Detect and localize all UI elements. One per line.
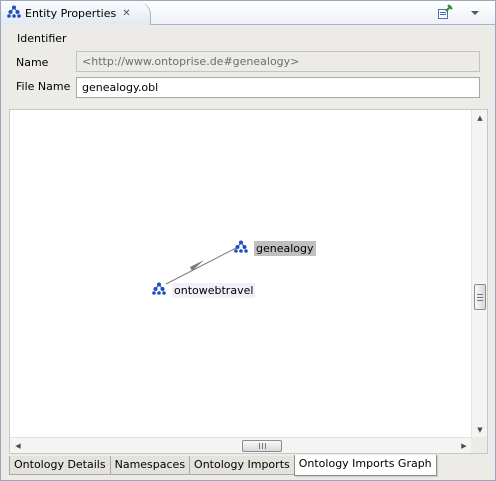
file-name-field[interactable]: genealogy.obl [76,77,480,98]
graph-canvas[interactable]: genealogy ontowebtravel [10,110,472,438]
node-label: genealogy [254,240,316,256]
imports-graph-panel: genealogy ontowebtravel ▲ ▼ ◀ ▶ [9,109,488,454]
name-field[interactable]: <http://www.ontoprise.de#genealogy> [76,51,480,72]
ontology-icon [152,282,166,298]
grip-icon [477,293,483,301]
view-menu-button[interactable] [467,5,483,21]
tab-namespaces[interactable]: Namespaces [109,456,191,475]
graph-node-genealogy[interactable]: genealogy [234,240,316,256]
pin-icon [437,3,453,23]
vertical-scrollbar[interactable]: ▲ ▼ [471,110,487,438]
tab-ontology-imports-graph[interactable]: Ontology Imports Graph [293,455,437,476]
view-tab-row: Entity Properties ✕ [1,1,495,25]
view-tab-entity-properties[interactable]: Entity Properties ✕ [1,1,151,25]
ontology-icon [7,5,21,21]
tab-ontology-imports[interactable]: Ontology Imports [189,456,295,475]
scroll-right-button[interactable]: ▶ [456,438,472,454]
horizontal-scroll-thumb[interactable] [242,440,282,452]
file-name-label: File Name [16,80,71,93]
entity-properties-view: Entity Properties ✕ Identifier Name <htt… [0,0,496,481]
scroll-down-button[interactable]: ▼ [472,422,488,438]
import-edge [165,246,239,285]
scrollbar-corner [471,437,487,453]
chevron-down-icon [470,7,480,20]
horizontal-scrollbar[interactable]: ◀ ▶ [10,437,472,453]
vertical-scroll-thumb[interactable] [474,284,486,310]
close-icon[interactable]: ✕ [122,8,130,19]
view-title: Entity Properties [25,6,117,20]
identifier-section: Identifier Name <http://www.ontoprise.de… [9,31,488,105]
ontology-icon [234,240,248,256]
section-title: Identifier [17,32,67,45]
pin-button[interactable] [437,3,453,23]
page-tabs: Ontology Details Namespaces Ontology Imp… [9,455,437,476]
graph-node-ontowebtravel[interactable]: ontowebtravel [152,282,256,298]
node-label: ontowebtravel [172,282,256,298]
scroll-left-button[interactable]: ◀ [10,438,26,454]
scroll-up-button[interactable]: ▲ [472,110,488,126]
tab-ontology-details[interactable]: Ontology Details [9,456,111,475]
name-label: Name [16,56,49,69]
grip-icon [258,443,266,449]
